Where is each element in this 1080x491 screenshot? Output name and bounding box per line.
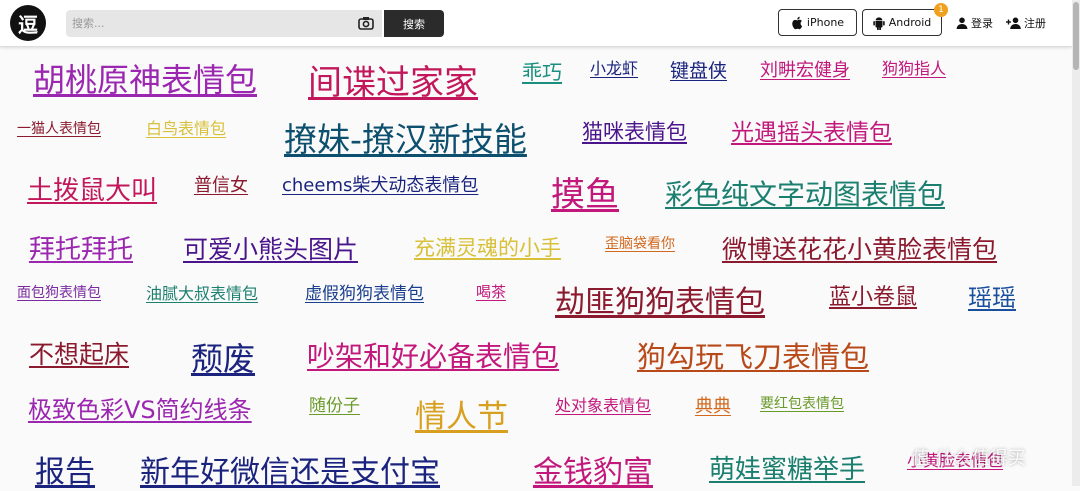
android-download-button[interactable]: Android (862, 9, 942, 36)
tag-link[interactable]: 萌娃蜜糖举手 (709, 455, 865, 486)
tag-link[interactable]: 吵架和好必备表情包 (307, 340, 559, 373)
tag-link[interactable]: 不想起床 (29, 340, 129, 370)
tag-link[interactable]: 白鸟表情包 (146, 119, 226, 138)
tag-link[interactable]: 金钱豹富 (533, 455, 653, 491)
tag-link[interactable]: 要红包表情包 (760, 396, 844, 412)
tag-link[interactable]: 键盘侠 (670, 60, 727, 83)
top-navigation-bar: 逗 搜索 iPhone Android 1 登录 (0, 0, 1072, 47)
scrollbar-thumb[interactable] (1073, 2, 1079, 70)
tag-link[interactable]: 间谍过家家 (308, 63, 478, 103)
tag-link[interactable]: 一猫人表情包 (17, 121, 101, 137)
watermark: 值 什么值得买 (912, 448, 1026, 469)
tag-link[interactable]: 微博送花花小黄脸表情包 (722, 235, 997, 265)
tag-link[interactable]: 情人节 (415, 399, 508, 436)
tag-link[interactable]: 油腻大叔表情包 (146, 284, 258, 303)
tag-link[interactable]: 撩妹-撩汉新技能 (284, 121, 527, 159)
register-link[interactable]: 注册 (1006, 14, 1046, 32)
tag-link[interactable]: 普信女 (194, 175, 248, 197)
tag-link[interactable]: 歪脑袋看你 (605, 236, 675, 252)
search-button[interactable]: 搜索 (384, 10, 444, 37)
tag-link[interactable]: 充满灵魂的小手 (414, 236, 561, 260)
tag-link[interactable]: 小龙虾 (590, 59, 638, 78)
tag-link[interactable]: 劫匪狗狗表情包 (555, 285, 765, 321)
register-label: 注册 (1024, 17, 1046, 30)
tag-link[interactable]: 虚假狗狗表情包 (305, 284, 424, 305)
tag-link[interactable]: 刘畊宏健身 (760, 60, 850, 82)
tag-link[interactable]: 土拨鼠大叫 (27, 176, 157, 207)
tag-link[interactable]: 喝茶 (476, 283, 506, 301)
camera-icon[interactable] (358, 16, 374, 30)
tag-link[interactable]: 极致色彩VS简约线条 (28, 396, 252, 425)
tag-link[interactable]: 乖巧 (522, 61, 562, 84)
site-logo[interactable]: 逗 (10, 5, 46, 41)
add-user-icon (1006, 17, 1021, 29)
tag-link[interactable]: 猫咪表情包 (582, 120, 687, 144)
tag-link[interactable]: 拜托拜托 (29, 235, 133, 266)
tag-link[interactable]: 蓝小卷鼠 (829, 285, 917, 310)
android-label: Android (888, 16, 932, 29)
tag-link[interactable]: 狗狗指人 (882, 59, 946, 78)
notification-badge: 1 (934, 3, 948, 17)
tag-link[interactable]: 随份子 (309, 396, 360, 417)
tag-link[interactable]: cheems柴犬动态表情包 (282, 175, 478, 197)
tag-link[interactable]: 可爱小熊头图片 (183, 235, 358, 265)
user-icon (956, 17, 968, 29)
apple-icon (792, 16, 803, 29)
tag-link[interactable]: 处对象表情包 (555, 396, 651, 415)
android-icon (873, 16, 885, 30)
iphone-download-button[interactable]: iPhone (778, 9, 857, 36)
login-label: 登录 (971, 17, 993, 30)
tag-link[interactable]: 摸鱼 (551, 175, 619, 215)
tag-link[interactable]: 新年好微信还是支付宝 (140, 455, 440, 491)
iphone-label: iPhone (806, 16, 845, 29)
search-box (66, 10, 382, 37)
tag-link[interactable]: 典典 (695, 396, 731, 418)
tag-link[interactable]: 瑶瑶 (968, 284, 1016, 313)
tag-link[interactable]: 光遇摇头表情包 (731, 120, 892, 146)
search-input[interactable] (66, 10, 346, 37)
login-link[interactable]: 登录 (956, 14, 993, 32)
tag-link[interactable]: 报告 (35, 455, 95, 491)
tag-link[interactable]: 狗勾玩飞刀表情包 (637, 340, 869, 374)
tag-link[interactable]: 面包狗表情包 (17, 285, 101, 301)
page-scrollbar[interactable] (1072, 0, 1080, 486)
tag-link[interactable]: 颓废 (191, 341, 255, 378)
tag-link[interactable]: 胡桃原神表情包 (33, 62, 257, 99)
tag-link[interactable]: 彩色纯文字动图表情包 (665, 178, 945, 211)
